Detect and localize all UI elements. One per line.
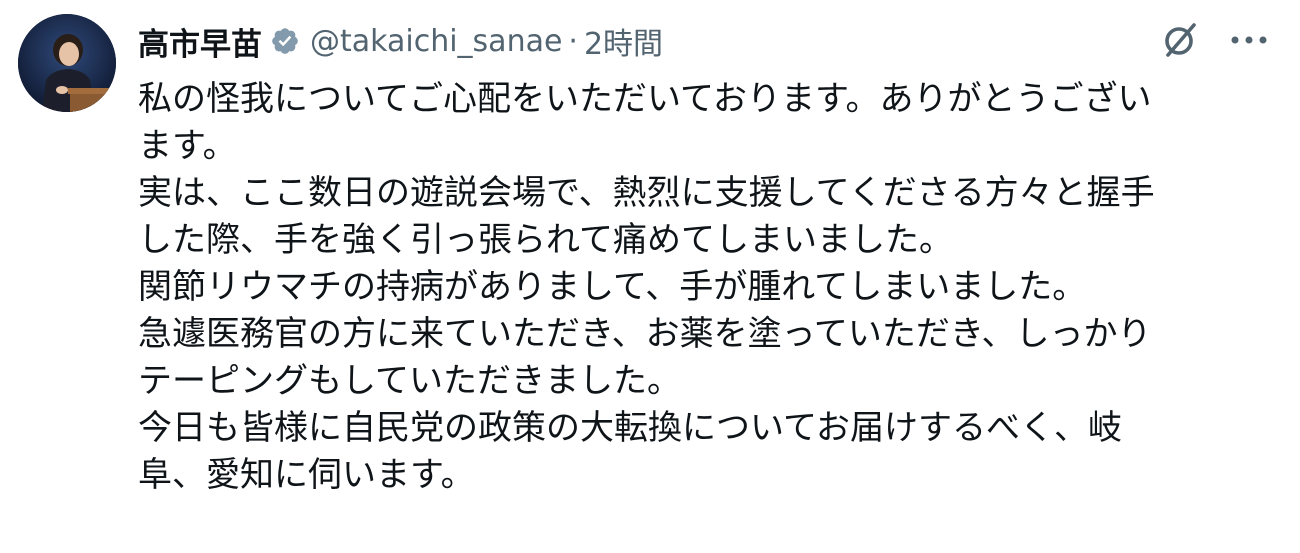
grok-icon[interactable] <box>1160 20 1200 60</box>
tweet-text-line: ます。 <box>138 126 237 166</box>
tweet-text-line: した際、手を強く引っ張られて痛めてしまいました。 <box>138 220 953 260</box>
author-name[interactable]: 高市早苗 <box>138 19 262 64</box>
tweet-text-line: 私の怪我についてご心配をいただいております。ありがとうござい <box>138 79 1152 119</box>
tweet-text-line: 関節リウマチの持病がありまして、手が腫れてしまいました。 <box>138 267 1087 307</box>
post-timestamp[interactable]: 2時間 <box>584 19 663 63</box>
tweet-text-line: 阜、愛知に伺います。 <box>138 455 475 495</box>
avatar[interactable] <box>18 14 116 112</box>
author-handle[interactable]: @takaichi_sanae <box>310 24 562 59</box>
tweet: 高市早苗 @takaichi_sanae · 2時間 私の怪我についてご心配をい… <box>0 0 1300 553</box>
tweet-text-line: テーピングもしていただきました。 <box>138 361 681 401</box>
tweet-text: 私の怪我についてご心配をいただいております。ありがとうござい ます。 実は、ここ… <box>138 76 1278 499</box>
tweet-text-line: 実は、ここ数日の遊説会場で、熱烈に支援してくださる方々と握手 <box>138 173 1155 213</box>
more-options-icon[interactable] <box>1226 22 1272 58</box>
tweet-text-line: 急遽医務官の方に来ていただき、お薬を塗っていただき、しっかり <box>138 314 1152 354</box>
tweet-header: 高市早苗 @takaichi_sanae · 2時間 <box>138 16 663 66</box>
header-separator: · <box>568 23 578 59</box>
tweet-text-line: 今日も皆様に自民党の政策の大転換についてお届けするべく、岐 <box>138 408 1122 448</box>
verified-badge-icon <box>270 26 300 56</box>
